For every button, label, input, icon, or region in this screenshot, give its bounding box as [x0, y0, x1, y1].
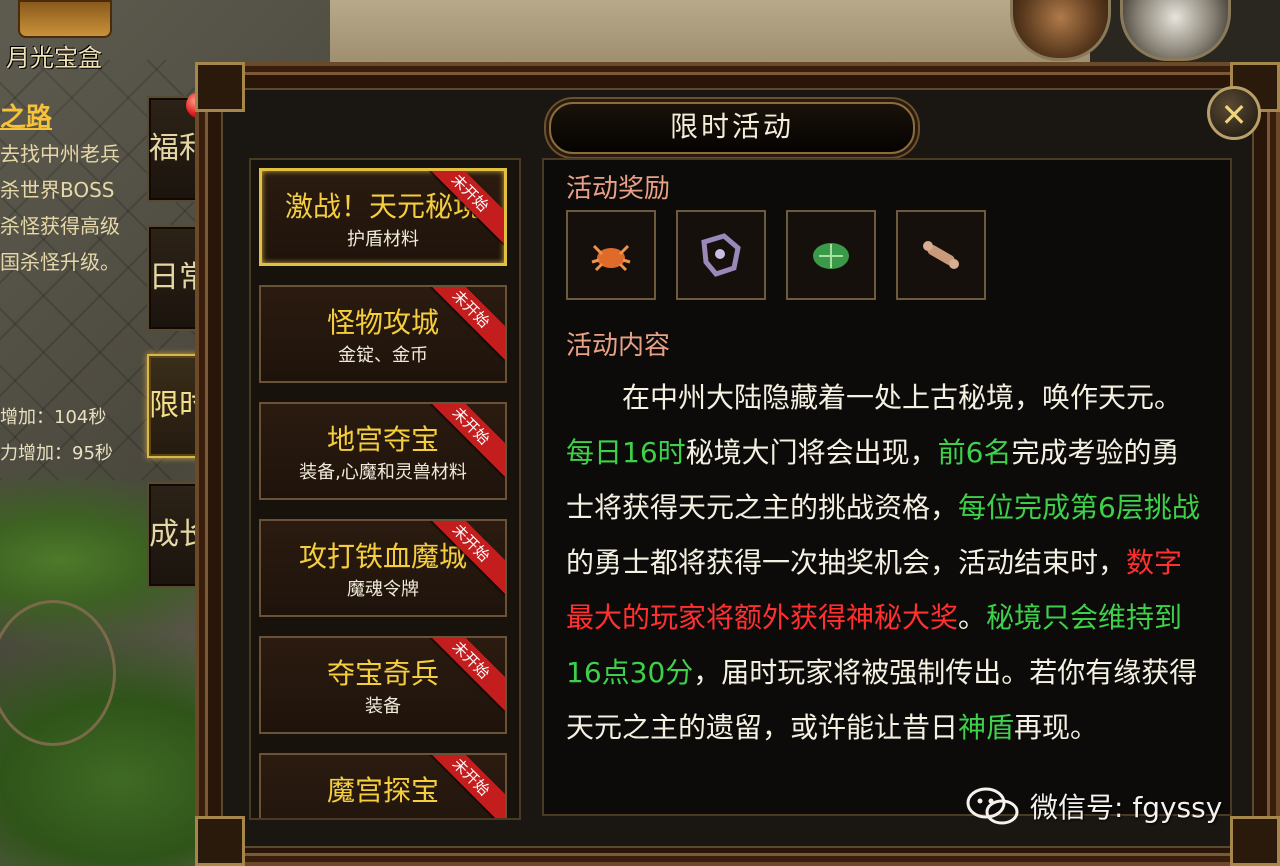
quest-line: 杀怪获得高级	[0, 214, 120, 238]
reward-slot[interactable]	[566, 210, 656, 300]
activity-reward-type: 魔魂令牌	[347, 579, 419, 600]
activity-item-underground-treasure[interactable]: 地宫夺宝 装备,心魔和灵兽材料 未开始	[259, 402, 507, 500]
orange-crab-icon	[591, 244, 631, 272]
desc-text: 秘境大门将会出现，	[685, 436, 938, 469]
bone-icon	[923, 241, 959, 269]
reward-heading: 活动奖励	[566, 174, 671, 204]
activity-description: 在中州大陆隐藏着一处上古秘境，唤作天元。每日16时秘境大门将会出现，前6名完成考…	[566, 370, 1206, 755]
minimap-frame	[0, 600, 116, 746]
activity-reward-type: 护盾材料	[347, 229, 419, 250]
content-heading: 活动内容	[566, 331, 671, 361]
window-corner-ornament	[195, 816, 245, 866]
quest-tracker[interactable]: 之路 去找中州老兵 杀世界BOSS 杀怪获得高级 国杀怪升级。 增加：104秒 …	[0, 100, 150, 464]
activity-reward-type: 装备,心魔和灵兽材料	[299, 462, 467, 483]
window-corner-ornament	[1230, 816, 1280, 866]
activity-item-iron-blood-castle[interactable]: 攻打铁血魔城 魔魂令牌 未开始	[259, 519, 507, 617]
desc-text: 在中州大陆隐藏着一处上古秘境，唤作天元。	[566, 381, 1183, 414]
activity-reward-type: 装备	[365, 696, 401, 717]
purple-crystal-icon	[701, 233, 741, 277]
activity-item-monster-siege[interactable]: 怪物攻城 金锭、金币 未开始	[259, 285, 507, 383]
buff-info: 增加：104秒 力增加：95秒	[0, 400, 113, 472]
desc-highlight-green: 每日16时	[566, 436, 686, 469]
quest-line: 杀世界BOSS	[0, 178, 115, 202]
buff-line: 增加：104秒	[0, 407, 107, 428]
quest-line: 去找中州老兵	[0, 142, 120, 166]
wechat-icon	[966, 787, 1019, 825]
green-turtle-shell-icon	[813, 243, 849, 269]
activity-detail-panel: 活动奖励 活动内容 在中州大陆隐藏着一处上古秘境，唤作天元。每日16时秘境大门将…	[542, 158, 1232, 816]
reward-slot[interactable]	[676, 210, 766, 300]
desc-highlight-green: 每位完成第6层挑战	[958, 491, 1200, 524]
activity-reward-type: 金锭、金币	[338, 345, 428, 366]
activity-item-tianyuan[interactable]: 激战！天元秘境 护盾材料 未开始	[259, 168, 507, 266]
reward-slot[interactable]	[896, 210, 986, 300]
reward-slot[interactable]	[786, 210, 876, 300]
desc-highlight-green: 前6名	[937, 436, 1012, 469]
close-button[interactable]: ✕	[1207, 86, 1261, 140]
sand-ground	[330, 0, 1090, 70]
desc-text: 的勇士都将获得一次抽奖机会，活动结束时，	[566, 546, 1127, 579]
buff-line: 力增加：95秒	[0, 443, 113, 464]
watermark: 微信号: fgyssy	[966, 786, 1222, 826]
window-corner-ornament	[195, 62, 245, 112]
treasure-chest-icon	[18, 0, 112, 38]
activity-item-treasure-raiders[interactable]: 夺宝奇兵 装备 未开始	[259, 636, 507, 734]
limited-time-activity-window: 限时活动 ✕ 激战！天元秘境 护盾材料 未开始 怪物攻城 金锭、金币 未开始 地…	[195, 62, 1280, 866]
activity-item-demon-palace[interactable]: 魔宫探宝 未开始	[259, 753, 507, 818]
desc-text: 。	[958, 601, 987, 634]
watermark-text: 微信号: fgyssy	[1030, 791, 1223, 824]
quest-title[interactable]: 之路	[0, 100, 150, 136]
desc-text: 再现。	[1014, 711, 1099, 744]
activity-list[interactable]: 激战！天元秘境 护盾材料 未开始 怪物攻城 金锭、金币 未开始 地宫夺宝 装备,…	[249, 158, 521, 820]
desc-highlight-green: 神盾	[958, 711, 1015, 744]
moonlight-treasure-box[interactable]: 月光宝盒	[4, 0, 114, 72]
treasure-box-label: 月光宝盒	[6, 44, 102, 72]
quest-line: 国杀怪升级。	[0, 250, 120, 274]
window-title: 限时活动	[549, 102, 915, 154]
